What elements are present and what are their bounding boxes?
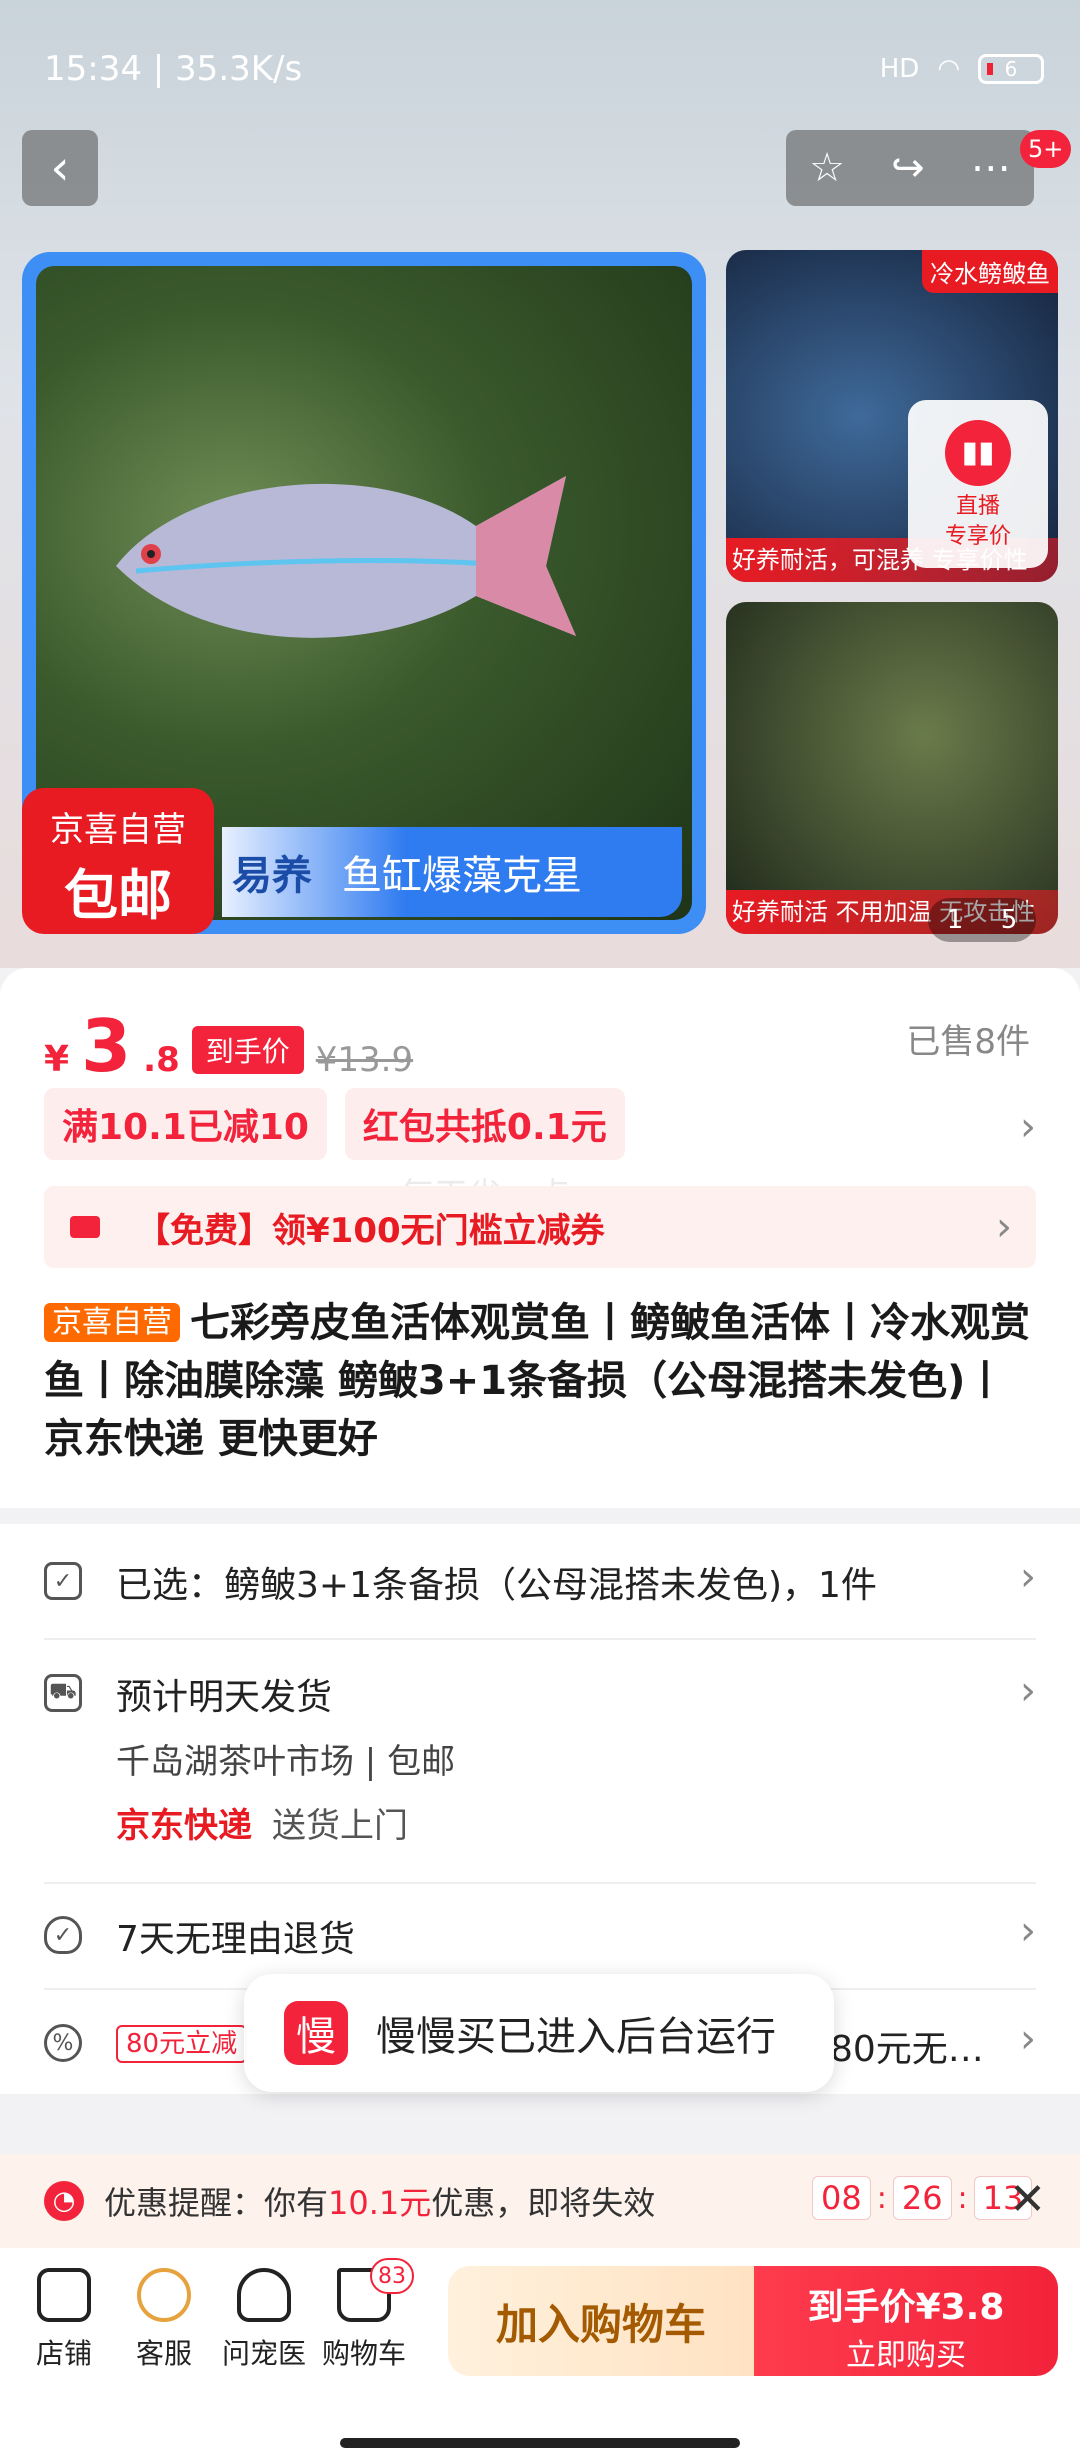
jingxi-badge: 京喜自营 包邮 — [22, 788, 214, 934]
live-icon: ▮▮ — [945, 420, 1011, 486]
close-icon[interactable]: ✕ — [1009, 2174, 1046, 2225]
chevron-right-icon: › — [1020, 1668, 1036, 1714]
live-button[interactable]: ▮▮ 直播 专享价 — [908, 400, 1048, 568]
star-icon[interactable]: ☆ — [809, 145, 845, 191]
promo-row[interactable]: 满10.1已减10 红包共抵0.1元 — [44, 1088, 625, 1160]
checklist-icon: ✓ — [44, 1562, 82, 1600]
product-title: 京喜自营 七彩旁皮鱼活体观赏鱼丨鳑鲏鱼活体丨冷水观赏鱼丨除油膜除藻 鳑鲏3+1条备… — [44, 1300, 1030, 1462]
gallery-thumb-2[interactable]: 好养耐活 不用加温 无攻击性 — [726, 602, 1058, 934]
sold-count: 已售8件 — [906, 1022, 1030, 1062]
status-bar: 15:34 | 35.3K/s HD ◠ 6 — [44, 44, 1044, 94]
promo-chip: 红包共抵0.1元 — [344, 1088, 625, 1160]
share-icon[interactable]: ↪ — [891, 145, 925, 191]
signal-icon: HD — [879, 54, 920, 84]
fish-image — [116, 476, 576, 638]
shipping-row[interactable]: ⛟ 预计明天发货 千岛湖茶叶市场 | 包邮 京东快递 送货上门 › — [0, 1640, 1080, 1880]
price-row: ¥ 3 .8 到手价 ¥13.9 — [44, 1004, 414, 1088]
manmanmai-logo: 慢 — [284, 2001, 348, 2065]
service-button[interactable]: 客服 — [114, 2268, 214, 2372]
battery-icon: 6 — [978, 54, 1044, 84]
vet-icon — [237, 2268, 291, 2322]
main-image-banner: 易养 鱼缸爆藻克星 — [222, 827, 682, 917]
selected-spec-row[interactable]: ✓ 已选：鳑鲏3+1条备损（公母混搭未发色)，1件 › — [0, 1524, 1080, 1640]
shield-icon: ✓ — [44, 1916, 82, 1954]
coupon-bar[interactable]: 【免费】领¥100无门槛立减券 › — [44, 1186, 1036, 1268]
home-indicator — [340, 2438, 740, 2448]
header-actions: ☆ ↪ ⋯ — [786, 130, 1034, 206]
promo-chip: 满10.1已减10 — [44, 1088, 327, 1160]
message-badge: 5+ — [1020, 130, 1072, 168]
back-button[interactable]: ‹ — [22, 130, 98, 206]
background-toast: 慢 慢慢买已进入后台运行 — [244, 1974, 834, 2092]
bottom-action-bar: 店铺 客服 问宠医 83 购物车 加入购物车 到手价¥3.8 立即购买 — [0, 2248, 1080, 2460]
chevron-right-icon: › — [1020, 2016, 1036, 2062]
badge-icon: % — [44, 2024, 82, 2062]
gallery-counter: 1 5 — [928, 898, 1036, 942]
shop-button[interactable]: 店铺 — [14, 2268, 114, 2372]
final-price-tag: 到手价 — [191, 1026, 304, 1074]
status-time: 15:34 | 35.3K/s — [44, 49, 303, 89]
product-gallery: 15:34 | 35.3K/s HD ◠ 6 ‹ ☆ ↪ ⋯ 5+ 易养 鱼缸爆… — [0, 0, 1080, 968]
vet-button[interactable]: 问宠医 — [214, 2268, 314, 2372]
back-icon: ‹ — [50, 140, 70, 196]
chevron-right-icon: › — [1020, 1554, 1036, 1600]
chevron-right-icon[interactable]: › — [1020, 1104, 1036, 1150]
truck-icon: ⛟ — [44, 1674, 82, 1712]
price-section: ¥ 3 .8 到手价 ¥13.9 已售8件 满10.1已减10 红包共抵0.1元… — [0, 968, 1080, 1508]
jingxi-title-tag: 京喜自营 — [44, 1303, 180, 1342]
coupon-icon — [70, 1216, 100, 1238]
countdown-timer: 08: 26: 13 — [812, 2176, 1033, 2220]
wifi-icon: ◠ — [937, 54, 960, 84]
shop-icon — [37, 2268, 91, 2322]
original-price: ¥13.9 — [315, 1040, 414, 1080]
add-to-cart-button[interactable]: 加入购物车 — [448, 2266, 754, 2376]
jd-express: 京东快递 — [116, 1806, 252, 1846]
more-icon[interactable]: ⋯ — [971, 145, 1011, 191]
service-icon — [137, 2268, 191, 2322]
buy-now-button[interactable]: 到手价¥3.8 立即购买 — [754, 2266, 1058, 2376]
cart-count-badge: 83 — [370, 2258, 414, 2294]
return-policy-row[interactable]: ✓ 7天无理由退货 › — [0, 1884, 1080, 1988]
chevron-right-icon: › — [996, 1204, 1012, 1250]
chevron-right-icon: › — [1020, 1908, 1036, 1954]
cart-button[interactable]: 83 购物车 — [314, 2258, 414, 2372]
clock-icon: ◔ — [44, 2181, 84, 2221]
discount-reminder[interactable]: ◔ 优惠提醒：你有10.1元优惠，即将失效 08: 26: 13 ✕ — [0, 2154, 1080, 2248]
